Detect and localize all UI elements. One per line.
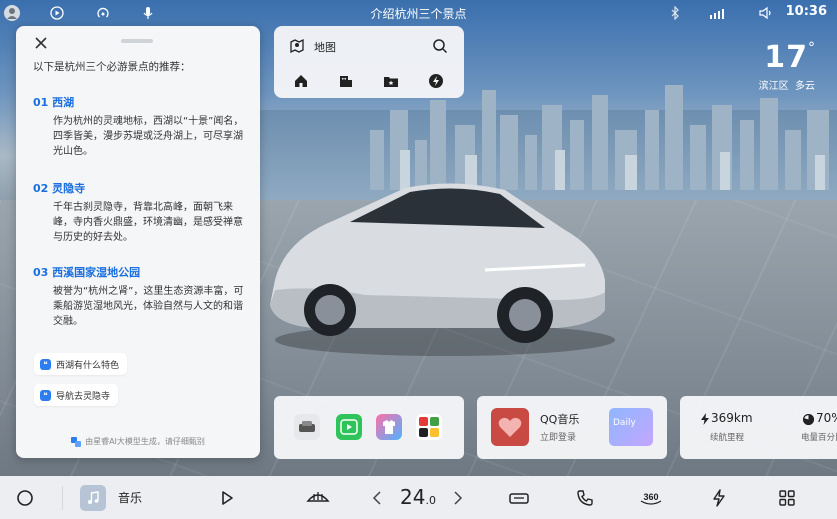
daily-label: Daily bbox=[613, 418, 636, 428]
camera-360-icon[interactable]: 360 bbox=[638, 487, 664, 509]
vehicle-stats-card[interactable]: 369km 续航里程 70% 电量百分比 bbox=[680, 396, 837, 459]
temp-increase-icon[interactable] bbox=[447, 487, 469, 509]
suggestion-label: 西湖有什么特色 bbox=[56, 360, 120, 371]
spot-item: 03 西溪国家湿地公园 被誉为“杭州之肾”，这里生态资源丰富，可乘船游览湿地风光… bbox=[33, 264, 248, 329]
drag-handle[interactable] bbox=[121, 39, 153, 43]
intro-text: 以下是杭州三个必游景点的推荐： bbox=[33, 61, 191, 73]
music-app-title: QQ音乐 bbox=[540, 413, 580, 426]
close-icon[interactable] bbox=[32, 34, 50, 52]
app-grid-icon[interactable] bbox=[776, 487, 798, 509]
bluetooth-icon bbox=[665, 3, 685, 23]
weather-condition: 多云 bbox=[795, 81, 815, 92]
status-bar: 介绍杭州三个景点 10:36 bbox=[0, 0, 837, 26]
temperature-display: 24.0 bbox=[400, 485, 436, 509]
battery-value: 70% bbox=[816, 411, 837, 425]
assistant-panel: 以下是杭州三个必游景点的推荐： 01 西湖 作为杭州的灵魂地标，西湖以“十景”闻… bbox=[16, 26, 260, 458]
suggestion-label: 导航去灵隐寺 bbox=[56, 391, 111, 402]
phone-icon[interactable] bbox=[574, 487, 596, 509]
spot-name: 西湖 bbox=[52, 96, 75, 109]
temp-decrease-icon[interactable] bbox=[366, 487, 388, 509]
favorite-folder-icon[interactable] bbox=[383, 73, 399, 89]
home-circle-icon[interactable] bbox=[14, 487, 36, 509]
spot-number: 02 bbox=[33, 182, 49, 195]
home-icon[interactable] bbox=[293, 73, 309, 89]
ai-logo-icon bbox=[71, 436, 82, 447]
app-shortcuts-card bbox=[274, 396, 464, 459]
clock: 10:36 bbox=[785, 4, 827, 19]
quote-icon: ❝ bbox=[40, 389, 51, 401]
temperature-integer: 24 bbox=[400, 485, 426, 509]
temperature-decimal: .0 bbox=[425, 494, 436, 507]
video-app-icon[interactable] bbox=[336, 414, 362, 440]
front-defrost-icon[interactable] bbox=[305, 487, 331, 509]
range-label: 续航里程 bbox=[710, 433, 745, 443]
search-icon[interactable] bbox=[432, 38, 448, 54]
svg-text:360: 360 bbox=[643, 492, 658, 502]
daily-playlist-cover[interactable]: Daily bbox=[609, 408, 653, 446]
ai-disclaimer: 由星睿AI大模型生成，请仔细甄别 bbox=[16, 436, 260, 447]
weather-temperature: 17 bbox=[764, 40, 808, 75]
battery-pie-icon bbox=[803, 414, 814, 425]
signal-5g-icon bbox=[708, 3, 728, 23]
range-value: 369km bbox=[711, 411, 753, 425]
dock-music-label[interactable]: 音乐 bbox=[118, 489, 142, 506]
music-note-icon[interactable] bbox=[80, 485, 106, 511]
app-folder-icon[interactable] bbox=[416, 414, 442, 440]
spot-description: 千年古刹灵隐寺，背靠北高峰，面朝飞来峰，寺内香火鼎盛，环境清幽，是感受禅意与历史… bbox=[53, 202, 243, 243]
spot-description: 被誉为“杭州之肾”，这里生态资源丰富，可乘船游览湿地风光，体验自然与人文的和谐交… bbox=[53, 286, 244, 327]
air-circulation-icon[interactable] bbox=[507, 487, 531, 509]
quote-icon: ❝ bbox=[40, 358, 51, 370]
login-link[interactable]: 立即登录 bbox=[540, 430, 576, 443]
degree-symbol: ° bbox=[808, 40, 815, 56]
weather-location: 滨江区 bbox=[758, 81, 789, 92]
vehicle-model bbox=[270, 183, 615, 356]
map-card[interactable]: 地图 bbox=[274, 26, 464, 98]
charging-station-icon[interactable] bbox=[428, 73, 444, 89]
theme-app-icon[interactable] bbox=[376, 414, 402, 440]
spot-item: 02 灵隐寺 千年古刹灵隐寺，背靠北高峰，面朝飞来峰，寺内香火鼎盛，环境清幽，是… bbox=[33, 180, 248, 245]
disclaimer-text: 由星睿AI大模型生成，请仔细甄别 bbox=[85, 437, 205, 446]
bolt-icon bbox=[701, 413, 709, 425]
spot-description: 作为杭州的灵魂地标，西湖以“十景”闻名，四季皆美，漫步苏堤或泛舟湖上，可尽享湖光… bbox=[53, 116, 244, 157]
map-icon bbox=[290, 38, 304, 54]
map-label: 地图 bbox=[314, 41, 336, 54]
suggestion-chip-navigate[interactable]: ❝ 导航去灵隐寺 bbox=[34, 384, 119, 406]
spot-name: 西溪国家湿地公园 bbox=[52, 266, 141, 279]
spot-number: 03 bbox=[33, 266, 49, 279]
energy-bolt-icon[interactable] bbox=[708, 487, 730, 509]
company-icon[interactable] bbox=[338, 73, 354, 89]
music-card[interactable]: QQ音乐 立即登录 Daily bbox=[477, 396, 667, 459]
spot-item: 01 西湖 作为杭州的灵魂地标，西湖以“十景”闻名，四季皆美，漫步苏堤或泛舟湖上… bbox=[33, 94, 248, 159]
volume-icon[interactable] bbox=[755, 3, 775, 23]
suggestion-chip-xihu[interactable]: ❝ 西湖有什么特色 bbox=[34, 353, 128, 375]
dock-divider bbox=[62, 486, 63, 510]
weather-widget[interactable]: 17° 滨江区 多云 bbox=[759, 40, 815, 92]
bottom-dock: 音乐 24.0 360 bbox=[0, 476, 837, 519]
qq-music-cover bbox=[491, 408, 529, 446]
spot-name: 灵隐寺 bbox=[52, 182, 86, 195]
spot-number: 01 bbox=[33, 96, 49, 109]
play-icon[interactable] bbox=[216, 487, 238, 509]
battery-label: 电量百分比 bbox=[801, 433, 837, 443]
car-app-icon[interactable] bbox=[294, 414, 320, 440]
